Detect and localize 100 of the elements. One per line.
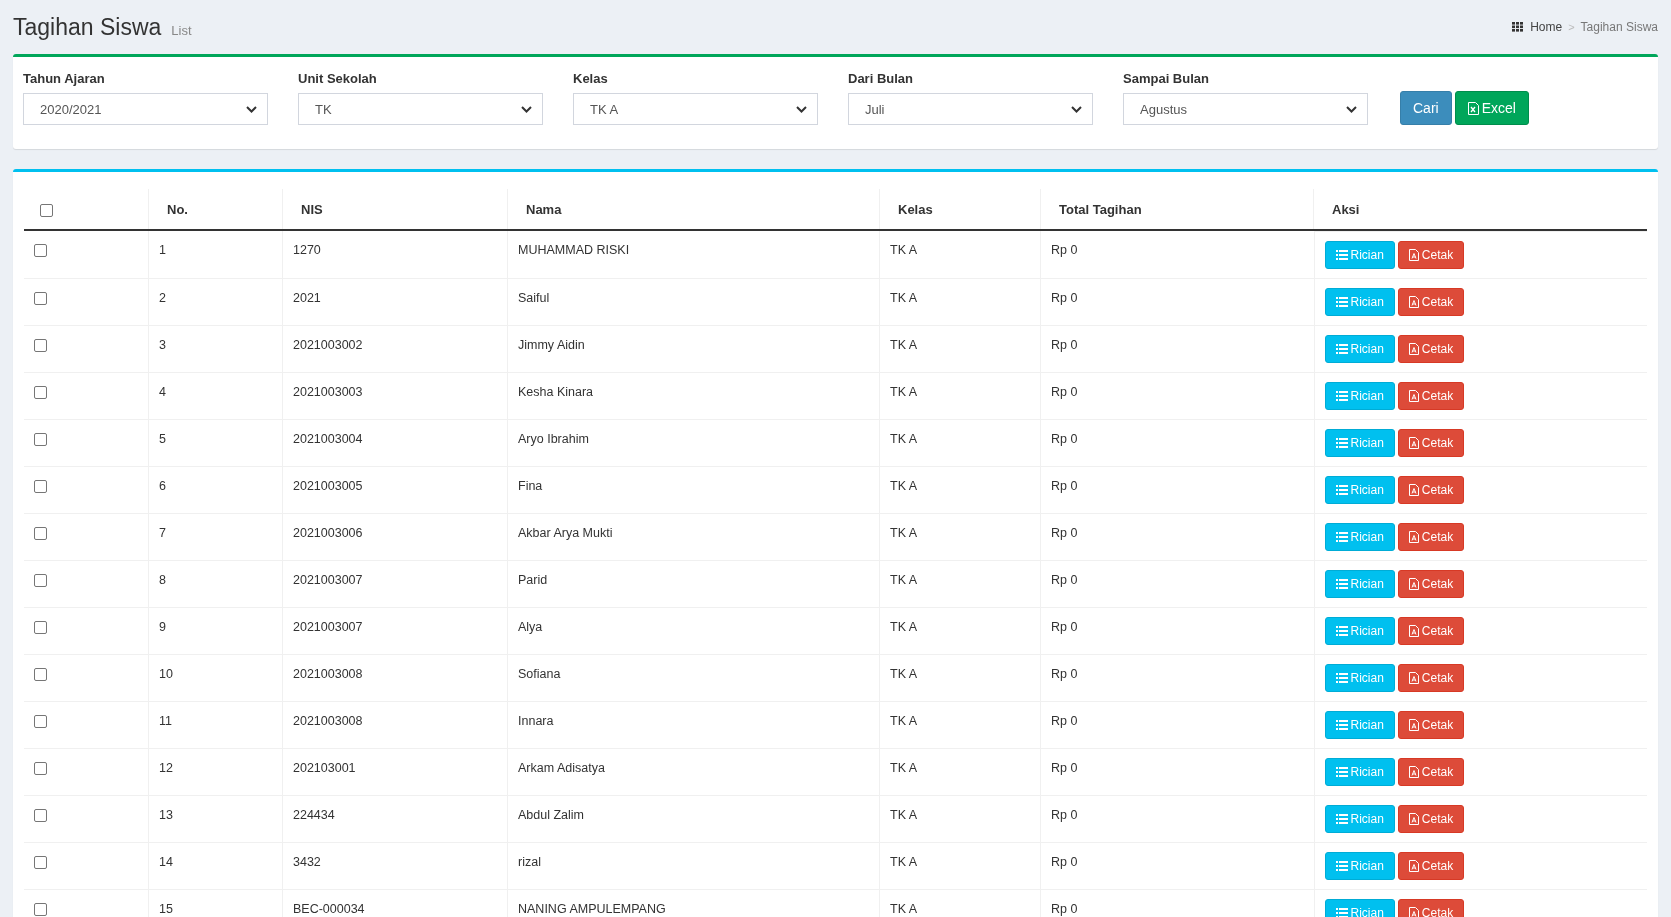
table-cell: TK A <box>879 701 1041 748</box>
list-icon <box>1335 626 1348 636</box>
table-cell: Parid <box>507 560 880 607</box>
row-checkbox[interactable] <box>34 761 47 775</box>
print-button[interactable]: Cetak <box>1397 476 1465 504</box>
row-checkbox[interactable] <box>34 714 47 728</box>
print-button[interactable]: Cetak <box>1397 664 1465 692</box>
print-button[interactable]: Cetak <box>1397 617 1465 645</box>
table-cell: TK A <box>879 513 1041 560</box>
table-cell: Aryo Ibrahim <box>507 419 880 466</box>
table-cell: 4 <box>148 372 283 419</box>
filter-label: Kelas <box>573 71 609 86</box>
detail-button[interactable]: Rician <box>1324 852 1395 880</box>
detail-button[interactable]: Rician <box>1324 805 1395 833</box>
table-cell: Saiful <box>507 278 880 325</box>
table-cell: TK A <box>879 748 1041 795</box>
detail-button[interactable]: Rician <box>1324 335 1395 363</box>
row-checkbox[interactable] <box>34 432 47 446</box>
detail-button[interactable]: Rician <box>1324 664 1395 692</box>
spreadsheet-file-icon <box>1467 101 1479 115</box>
detail-button[interactable]: Rician <box>1324 899 1395 917</box>
chevron-down-icon <box>1346 105 1357 113</box>
select-field[interactable]: TK <box>298 93 543 125</box>
table-cell: Rp 0 <box>1040 325 1314 372</box>
row-checkbox[interactable] <box>34 479 47 493</box>
page-subtitle: List <box>171 22 192 38</box>
excel-button[interactable]: Excel <box>1454 91 1529 125</box>
row-checkbox[interactable] <box>34 385 47 399</box>
row-checkbox[interactable] <box>34 244 47 258</box>
table-cell: 202103001 <box>282 748 508 795</box>
list-icon <box>1335 814 1348 824</box>
detail-button[interactable]: Rician <box>1324 617 1395 645</box>
row-checkbox[interactable] <box>34 573 47 587</box>
detail-button[interactable]: Rician <box>1324 570 1395 598</box>
list-icon <box>1335 861 1348 871</box>
table-cell: Akbar Arya Mukti <box>507 513 880 560</box>
detail-button[interactable]: Rician <box>1324 382 1395 410</box>
select-field[interactable]: Agustus <box>1123 93 1368 125</box>
detail-button[interactable]: Rician <box>1324 288 1395 316</box>
print-button[interactable]: Cetak <box>1397 852 1465 880</box>
table-cell: 1 <box>148 230 283 278</box>
table-cell: 11 <box>148 701 283 748</box>
table-cell: Innara <box>507 701 880 748</box>
table-cell: BEC-000034 <box>282 889 508 917</box>
table-cell: Jimmy Aidin <box>507 325 880 372</box>
detail-button[interactable]: Rician <box>1324 241 1395 269</box>
row-checkbox[interactable] <box>34 667 47 681</box>
pdf-file-icon <box>1408 531 1419 543</box>
table-cell: TK A <box>879 278 1041 325</box>
detail-button[interactable]: Rician <box>1324 476 1395 504</box>
select-field[interactable]: Juli <box>848 93 1093 125</box>
table-cell: TK A <box>879 419 1041 466</box>
table-cell: 6 <box>148 466 283 513</box>
select-all-checkbox[interactable] <box>40 203 53 217</box>
table-cell: 2 <box>148 278 283 325</box>
detail-button[interactable]: Rician <box>1324 523 1395 551</box>
table-cell: 224434 <box>282 795 508 842</box>
detail-button[interactable]: Rician <box>1324 429 1395 457</box>
table-cell: 2021003005 <box>282 466 508 513</box>
print-button[interactable]: Cetak <box>1397 899 1465 917</box>
table-cell: Rp 0 <box>1040 889 1314 917</box>
print-button[interactable]: Cetak <box>1397 523 1465 551</box>
list-icon <box>1335 391 1348 401</box>
print-button[interactable]: Cetak <box>1397 382 1465 410</box>
pdf-file-icon <box>1408 484 1419 496</box>
chevron-down-icon <box>1071 105 1082 113</box>
table-cell: Abdul Zalim <box>507 795 880 842</box>
select-field[interactable]: TK A <box>573 93 818 125</box>
list-icon <box>1335 438 1348 448</box>
list-icon <box>1335 673 1348 683</box>
print-button[interactable]: Cetak <box>1397 805 1465 833</box>
print-button[interactable]: Cetak <box>1397 758 1465 786</box>
row-checkbox[interactable] <box>34 902 47 916</box>
row-checkbox[interactable] <box>34 291 47 305</box>
row-checkbox[interactable] <box>34 526 47 540</box>
table-cell: 2021003008 <box>282 654 508 701</box>
row-checkbox[interactable] <box>34 338 47 352</box>
print-button[interactable]: Cetak <box>1397 429 1465 457</box>
row-checkbox[interactable] <box>34 620 47 634</box>
print-button[interactable]: Cetak <box>1397 711 1465 739</box>
print-button[interactable]: Cetak <box>1397 335 1465 363</box>
detail-button[interactable]: Rician <box>1324 758 1395 786</box>
search-button[interactable]: Cari <box>1400 91 1452 125</box>
table-cell: 7 <box>148 513 283 560</box>
table-cell: 2021003006 <box>282 513 508 560</box>
column-header: Total Tagihan <box>1040 189 1314 230</box>
print-button[interactable]: Cetak <box>1397 288 1465 316</box>
row-checkbox[interactable] <box>34 855 47 869</box>
select-field[interactable]: 2020/2021 <box>23 93 268 125</box>
print-button[interactable]: Cetak <box>1397 241 1465 269</box>
breadcrumb-link[interactable]: Home <box>1530 20 1563 34</box>
pdf-file-icon <box>1408 625 1419 637</box>
page-title: Tagihan Siswa <box>13 13 162 41</box>
table-cell: Rp 0 <box>1040 701 1314 748</box>
table-cell: 8 <box>148 560 283 607</box>
table-cell: 1270 <box>282 230 508 278</box>
row-checkbox[interactable] <box>34 808 47 822</box>
table-cell: 15 <box>148 889 283 917</box>
print-button[interactable]: Cetak <box>1397 570 1465 598</box>
detail-button[interactable]: Rician <box>1324 711 1395 739</box>
